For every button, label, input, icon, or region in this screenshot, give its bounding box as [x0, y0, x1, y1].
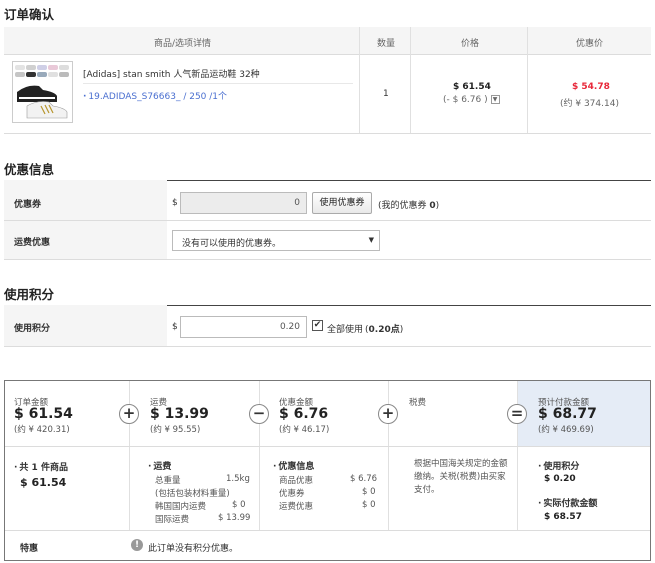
- promo-title: 优惠信息: [4, 162, 55, 177]
- page-title: 订单确认: [4, 7, 55, 22]
- shipping-detail-title: 运费: [148, 459, 171, 472]
- use-all-label[interactable]: 全部使用: [327, 322, 363, 335]
- discount-price-cny: (约 ¥ 374.14): [560, 99, 619, 109]
- price-discount-text: (- $ 6.76 ): [443, 95, 488, 105]
- goods-title: 共 1 件商品: [14, 460, 68, 473]
- coupon-discount-label: 优惠券: [279, 489, 305, 499]
- points-available-suffix: ): [399, 325, 404, 335]
- header-discount-price: 优惠价: [576, 39, 604, 49]
- coupon-label: 优惠券: [14, 200, 42, 210]
- discount-price-value: $ 54.78: [572, 82, 610, 92]
- shipping-discount-detail-label: 运费优惠: [279, 502, 314, 512]
- shipping-detail-title-text: 运费: [153, 462, 172, 472]
- product-discount-value: $ 6.76: [350, 474, 378, 484]
- discount-detail-title: 优惠信息: [273, 459, 314, 472]
- shipping-discount-detail-value: $ 0: [362, 500, 376, 510]
- header-price: 价格: [461, 39, 480, 49]
- chevron-down-icon[interactable]: ▼: [490, 95, 500, 104]
- coupon-discount-value: $ 0: [362, 487, 376, 497]
- special-note: 此订单没有积分优惠。: [148, 544, 239, 554]
- shipping-cny: (约 ¥ 95.55): [150, 425, 201, 435]
- qty-value: 1: [383, 89, 389, 99]
- points-available: (0.20点): [365, 322, 403, 335]
- shipping-select-value: 没有可以使用的优惠券。: [182, 239, 282, 249]
- domestic-shipping-label: 韩国国内运费: [155, 502, 207, 512]
- equals-icon: =: [507, 404, 527, 424]
- shipping-value: $ 13.99: [150, 406, 209, 422]
- check-icon: ✔: [313, 320, 322, 330]
- points-title: 使用积分: [4, 287, 55, 302]
- divider: [4, 133, 651, 134]
- payment-value: $ 68.77: [538, 406, 597, 422]
- header-product: 商品/选项详情: [154, 39, 212, 49]
- weight-note: (包括包装材料重量): [155, 489, 230, 499]
- divider: [4, 259, 651, 260]
- shipping-discount-label: 运费优惠: [14, 238, 51, 248]
- divider: [83, 83, 353, 84]
- total-weight-label: 总重量: [155, 476, 181, 486]
- divider: [5, 530, 650, 531]
- payment-cny: (约 ¥ 469.69): [538, 425, 594, 435]
- tax-label: 税费: [409, 398, 427, 408]
- divider: [410, 27, 411, 134]
- product-thumbnail[interactable]: [12, 61, 73, 123]
- shoe-image: [15, 65, 69, 119]
- minus-icon: −: [249, 404, 269, 424]
- price-discount: (- $ 6.76 ) ▼: [443, 95, 500, 105]
- discount-detail-title-text: 优惠信息: [278, 462, 315, 472]
- actual-payment-title: 实际付款金额: [538, 496, 597, 509]
- plus-icon: +: [119, 404, 139, 424]
- info-icon: !: [131, 539, 143, 551]
- shipping-coupon-select[interactable]: 没有可以使用的优惠券。 ▼: [172, 230, 380, 251]
- product-option[interactable]: 19.ADIDAS_S76663_ / 250 /1个: [83, 89, 227, 102]
- my-coupon-text: (我的优惠券 0): [378, 198, 439, 211]
- my-coupon-prefix: (我的优惠券: [378, 201, 430, 211]
- use-coupon-button[interactable]: 使用优惠券: [312, 192, 372, 214]
- total-weight-value: 1.5kg: [226, 474, 250, 484]
- divider: [4, 54, 651, 55]
- discount-value: $ 6.76: [279, 406, 329, 422]
- goods-title-text: 共 1 件商品: [19, 463, 68, 473]
- order-total-cny: (约 ¥ 420.31): [14, 425, 70, 435]
- intl-shipping-label: 国际运费: [155, 515, 190, 525]
- plus-icon: +: [378, 404, 398, 424]
- product-name[interactable]: [Adidas] stan smith 人气新品运动鞋 32种: [83, 67, 260, 80]
- goods-amount: $ 61.54: [20, 476, 67, 489]
- points-available-value: 0.20点: [368, 325, 400, 335]
- actual-payment-title-text: 实际付款金额: [543, 499, 598, 509]
- divider: [4, 220, 651, 221]
- divider: [527, 27, 528, 134]
- product-discount-label: 商品优惠: [279, 476, 314, 486]
- use-all-checkbox[interactable]: ✔: [312, 320, 323, 331]
- chevron-down-icon: ▼: [368, 236, 374, 244]
- actual-payment-value: $ 68.57: [544, 512, 582, 522]
- tax-note: 根据中国海关规定的金额缴纳。关税(税费)由买家支付。: [414, 459, 508, 495]
- points-currency: $: [172, 322, 178, 332]
- my-coupon-suffix: ): [435, 201, 440, 211]
- points-detail-value: $ 0.20: [544, 474, 576, 484]
- order-total-value: $ 61.54: [14, 406, 73, 422]
- price-value: $ 61.54: [453, 82, 491, 92]
- points-input[interactable]: 0.20: [180, 316, 307, 338]
- divider: [4, 346, 651, 347]
- option-text: 19.ADIDAS_S76663_ / 250 /1个: [88, 92, 228, 102]
- coupon-input[interactable]: 0: [180, 192, 307, 214]
- special-label: 特惠: [20, 544, 39, 554]
- points-detail-title-text: 使用积分: [543, 462, 580, 472]
- discount-cny: (约 ¥ 46.17): [279, 425, 330, 435]
- points-detail-title: 使用积分: [538, 459, 579, 472]
- header-qty: 数量: [377, 39, 396, 49]
- points-label: 使用积分: [14, 324, 51, 334]
- divider: [5, 446, 650, 447]
- coupon-currency: $: [172, 198, 178, 208]
- domestic-shipping-value: $ 0: [232, 500, 246, 510]
- table-header-bg: [4, 27, 651, 54]
- divider: [359, 27, 360, 134]
- intl-shipping-value: $ 13.99: [218, 513, 251, 523]
- order-table: 商品/选项详情 数量 价格 优惠价 [Adidas] stan smith 人气…: [4, 27, 651, 134]
